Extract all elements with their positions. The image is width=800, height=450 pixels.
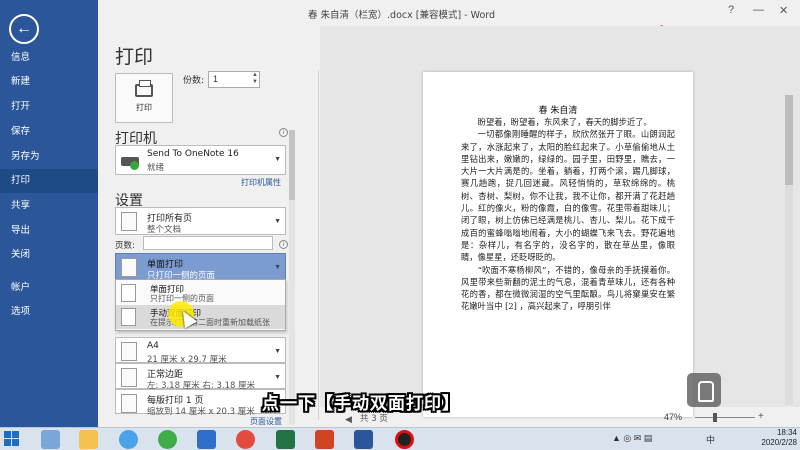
mouse-icon[interactable] <box>687 373 721 407</box>
pages-per-sheet-icon <box>121 394 137 413</box>
nav-item-print[interactable]: 打印 <box>0 169 98 193</box>
printer-select[interactable]: Send To OneNote 16 就绪 ▼ <box>115 145 286 175</box>
ie-browser-icon[interactable] <box>158 430 177 449</box>
per-sheet-sub: 缩放到 14 厘米 x 20.3 厘米 <box>147 407 255 417</box>
zoom-level: 47% <box>664 412 683 422</box>
preview-page: 春 朱自清 盼望着，盼望着，东风来了，春天的脚步近了。 一切都像刚睡醒的样子，欣… <box>423 72 693 417</box>
backstage-nav: ← 信息 新建 打开 保存 另存为 打印 共享 导出 关闭 帐户 选项 <box>0 0 98 427</box>
printer-icon <box>135 79 153 97</box>
chrome-icon[interactable] <box>236 430 255 449</box>
wps-icon[interactable] <box>197 430 216 449</box>
print-button[interactable]: 打印 <box>115 73 173 123</box>
clock-date: 2020/2/28 <box>761 438 797 447</box>
pages-input[interactable] <box>143 236 273 250</box>
nav-item-share[interactable]: 共享 <box>0 194 98 218</box>
duplex-dropdown: 单面打印 只打印一侧的页面 手动双面打印 在提示打印第二面时重新加载纸张 <box>115 279 286 331</box>
desktop-app-icon[interactable] <box>41 430 60 449</box>
nav-item-save-as[interactable]: 另存为 <box>0 145 98 169</box>
video-subtitle: 点一下【手动双面打印】 <box>262 394 460 414</box>
page-title: 打印 <box>115 46 154 68</box>
nav-item-options[interactable]: 选项 <box>0 300 98 324</box>
chevron-down-icon: ▼ <box>274 264 281 271</box>
single-side-icon <box>121 258 137 277</box>
windows-start-icon[interactable] <box>4 431 20 447</box>
doc-title: 春 朱自清 <box>538 106 578 116</box>
chevron-down-icon: ▼ <box>274 348 281 355</box>
tray-icons[interactable]: ▲ ◎ ✉ ▤ <box>612 433 652 444</box>
excel-icon[interactable] <box>276 430 295 449</box>
paper-main: A4 <box>147 341 159 351</box>
printer-properties-link[interactable]: 打印机属性 <box>241 177 281 188</box>
nav-item-open[interactable]: 打开 <box>0 95 98 119</box>
minimize-icon[interactable]: — <box>753 4 764 16</box>
page-setup-link[interactable]: 页面设置 <box>250 416 282 427</box>
pages-per-sheet-select[interactable]: 每版打印 1 页 缩放到 14 厘米 x 20.3 厘米 ▼ <box>115 389 286 417</box>
paper-icon <box>121 342 137 361</box>
duplex-option-manual[interactable]: 手动双面打印 在提示打印第二面时重新加载纸张 <box>116 305 285 329</box>
pages-label: 页数: <box>115 241 135 251</box>
nav-item-info[interactable]: 信息 <box>0 46 98 70</box>
nav-item-export[interactable]: 导出 <box>0 219 98 243</box>
printer-name: Send To OneNote 16 <box>147 149 239 159</box>
margins-select[interactable]: 正常边距 左: 3.18 厘米 右: 3.18 厘米 ▼ <box>115 363 286 391</box>
powerpoint-icon[interactable] <box>315 430 334 449</box>
pages-info-icon[interactable]: i <box>279 240 288 249</box>
duplex-option-single[interactable]: 单面打印 只打印一侧的页面 <box>116 281 285 305</box>
chevron-down-icon: ▼ <box>274 374 281 381</box>
paper-size-select[interactable]: A4 21 厘米 x 29.7 厘米 ▼ <box>115 337 286 365</box>
chevron-down-icon: ▼ <box>274 218 281 225</box>
print-button-label: 打印 <box>136 102 152 112</box>
back-arrow-icon[interactable]: ← <box>9 14 39 44</box>
doc-paragraph: 一切都像刚睡醒的样子，欣欣然张开了眼。山朗润起来了，水涨起来了，太阳的脸红起来了… <box>461 129 675 263</box>
copies-value: 1 <box>213 74 219 84</box>
duplex-select[interactable]: 单面打印 只打印一侧的页面 ▼ <box>115 253 286 281</box>
clock-time: 18:34 <box>776 428 797 437</box>
pages-icon <box>121 212 137 231</box>
preview-scroll-thumb[interactable] <box>785 95 793 185</box>
file-explorer-icon[interactable] <box>79 430 98 449</box>
panel-scrollbar[interactable] <box>289 130 295 425</box>
copies-label: 份数: <box>183 76 205 86</box>
copies-spinner-icon[interactable]: ▲ ▼ <box>252 72 258 86</box>
margins-icon <box>121 368 137 387</box>
panel-scroll-thumb[interactable] <box>289 130 295 200</box>
zoom-in-icon[interactable]: + <box>758 411 764 422</box>
divider <box>318 70 319 420</box>
copies-input[interactable]: 1 ▲ ▼ <box>208 71 260 88</box>
prev-page-icon[interactable]: ◀ <box>345 414 352 425</box>
print-range-sub: 整个文档 <box>147 225 182 235</box>
taskbar <box>0 427 800 450</box>
doc-paragraph: 盼望着，盼望着，东风来了，春天的脚步近了。 <box>477 117 652 127</box>
printer-info-icon[interactable]: i <box>279 128 288 137</box>
manual-duplex-icon <box>121 308 136 326</box>
doc-body: 盼望着，盼望着，东风来了，春天的脚步近了。 一切都像刚睡醒的样子，欣欣然张开了眼… <box>461 116 675 313</box>
window-title: 春 朱自清（栏宽）.docx [兼容模式] - Word <box>308 10 496 21</box>
ime-indicator[interactable]: 中 <box>706 433 715 446</box>
help-icon[interactable]: ? <box>728 4 734 16</box>
printer-status: 就绪 <box>147 163 165 173</box>
print-range-select[interactable]: 打印所有页 整个文档 ▼ <box>115 207 286 235</box>
doc-paragraph: “吹面不寒杨柳风”，不错的，像母亲的手抚摸着你。风里带来些新翻的泥土的气息，混着… <box>461 264 675 312</box>
nav-item-close[interactable]: 关闭 <box>0 243 98 267</box>
cloud-app-icon[interactable] <box>119 430 138 449</box>
chevron-down-icon: ▼ <box>274 156 281 163</box>
recorder-icon[interactable] <box>395 430 414 449</box>
nav-item-account[interactable]: 帐户 <box>0 276 98 300</box>
single-side-icon <box>121 284 136 302</box>
printer-device-icon <box>121 150 139 170</box>
word-icon[interactable] <box>354 430 373 449</box>
close-icon[interactable]: ✕ <box>779 4 788 17</box>
clock[interactable]: 18:34 2020/2/28 <box>755 428 797 448</box>
zoom-slider[interactable] <box>695 417 755 418</box>
nav-item-new[interactable]: 新建 <box>0 70 98 94</box>
nav-item-save[interactable]: 保存 <box>0 120 98 144</box>
zoom-slider-knob[interactable] <box>713 413 717 422</box>
preview-scrollbar[interactable] <box>785 95 793 405</box>
